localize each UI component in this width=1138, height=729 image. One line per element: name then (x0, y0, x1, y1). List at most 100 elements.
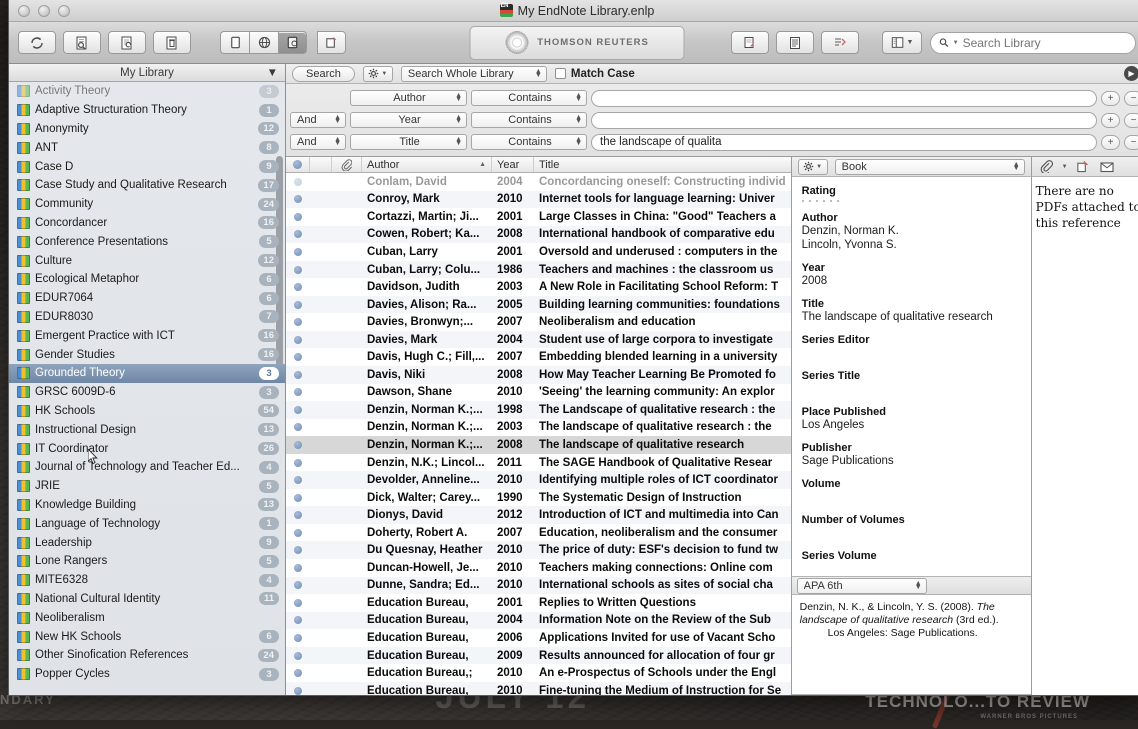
my-library-header[interactable]: My Library ▼ (9, 64, 285, 82)
read-status-cell[interactable] (286, 599, 310, 607)
reference-row[interactable]: Education Bureau,2001Replies to Written … (286, 594, 791, 612)
boolean-operator-select[interactable]: And▲▼ (290, 134, 346, 150)
read-status-cell[interactable] (286, 388, 310, 396)
read-status-cell[interactable] (286, 529, 310, 537)
search-input[interactable] (963, 36, 1127, 50)
reference-row[interactable]: Denzin, N.K.; Lincol...2011The SAGE Hand… (286, 454, 791, 472)
rating-stars[interactable] (802, 200, 1021, 202)
online-search-mode-button[interactable] (249, 31, 278, 54)
detail-field[interactable]: Place PublishedLos Angeles (802, 406, 1021, 432)
reference-fields[interactable]: RatingAuthorDenzin, Norman K.Lincoln, Yv… (792, 177, 1031, 576)
column-author[interactable]: Author ▲ (362, 157, 492, 172)
read-status-cell[interactable] (286, 178, 310, 186)
read-status-cell[interactable] (286, 266, 310, 274)
search-scope-select[interactable]: Search Whole Library ▲▼ (401, 66, 547, 82)
sync-button[interactable] (18, 31, 56, 54)
online-search-button[interactable] (63, 31, 101, 54)
reference-row[interactable]: Education Bureau,;2010An e-Prospectus of… (286, 664, 791, 682)
add-query-row-button[interactable]: + (1101, 135, 1120, 150)
detail-field[interactable]: PublisherSage Publications (802, 442, 1021, 468)
detail-options-button[interactable]: ▼ (798, 159, 828, 175)
sidebar-group-item[interactable]: Neoliberalism (9, 608, 285, 627)
email-attachment-button[interactable] (1098, 159, 1116, 175)
reference-row[interactable]: Du Quesnay, Heather2010The price of duty… (286, 541, 791, 559)
minimize-button[interactable] (38, 5, 50, 17)
reference-rows[interactable]: Conlam, David2004Concordancing oneself: … (286, 173, 791, 695)
reference-row[interactable]: Denzin, Norman K.;...2003The landscape o… (286, 419, 791, 437)
read-status-cell[interactable] (286, 353, 310, 361)
detail-field[interactable]: Number of Volumes (802, 514, 1021, 540)
sidebar-group-item[interactable]: Knowledge Building13 (9, 496, 285, 515)
close-button[interactable] (18, 5, 30, 17)
search-term-input[interactable] (591, 90, 1097, 107)
reference-row[interactable]: Davis, Hugh C.; Fill,...2007Embedding bl… (286, 348, 791, 366)
zoom-button[interactable] (58, 5, 70, 17)
read-status-cell[interactable] (286, 669, 310, 677)
read-status-cell[interactable] (286, 283, 310, 291)
read-status-cell[interactable] (286, 616, 310, 624)
sidebar-group-item[interactable]: National Cultural Identity11 (9, 590, 285, 609)
reference-type-select[interactable]: Book ▲▼ (835, 159, 1025, 175)
add-query-row-button[interactable]: + (1101, 113, 1120, 128)
detail-field[interactable]: Series Title (802, 370, 1021, 396)
sidebar-group-item[interactable]: Case Study and Qualitative Research17 (9, 176, 285, 195)
new-reference-button[interactable] (108, 31, 146, 54)
sidebar-group-item[interactable]: Lone Rangers5 (9, 552, 285, 571)
sidebar-group-item[interactable]: MITE63284 (9, 571, 285, 590)
read-status-cell[interactable] (286, 423, 310, 431)
remove-query-row-button[interactable]: − (1124, 135, 1138, 150)
read-status-cell[interactable] (286, 652, 310, 660)
layout-view-button[interactable]: ▼ (882, 31, 922, 54)
remove-query-row-button[interactable]: − (1124, 91, 1138, 106)
go-to-word-button[interactable] (821, 31, 859, 54)
read-status-cell[interactable] (286, 687, 310, 695)
sidebar-group-item[interactable]: Emergent Practice with ICT16 (9, 326, 285, 345)
detail-field[interactable]: Year2008 (802, 262, 1021, 288)
column-attachment[interactable] (332, 157, 362, 172)
sidebar-group-item[interactable]: EDUR80307 (9, 308, 285, 327)
reference-row[interactable]: Education Bureau,2010Fine-tuning the Med… (286, 682, 791, 695)
sidebar-group-item[interactable]: JRIE5 (9, 477, 285, 496)
reference-row[interactable]: Dunne, Sandra; Ed...2010International sc… (286, 577, 791, 595)
column-year[interactable]: Year (492, 157, 534, 172)
reference-row[interactable]: Davis, Niki2008How May Teacher Learning … (286, 366, 791, 384)
reference-row[interactable]: Denzin, Norman K.;...1998The Landscape o… (286, 401, 791, 419)
read-status-cell[interactable] (286, 564, 310, 572)
sidebar-group-item[interactable]: Language of Technology1 (9, 514, 285, 533)
run-search-button[interactable]: ▶ (1124, 66, 1138, 81)
read-status-cell[interactable] (286, 511, 310, 519)
local-library-mode-button[interactable] (220, 31, 249, 54)
group-list[interactable]: Activity Theory3Adaptive Structuration T… (9, 82, 285, 695)
sidebar-group-item[interactable]: Concordancer16 (9, 214, 285, 233)
reference-row[interactable]: Education Bureau,2009Results announced f… (286, 647, 791, 665)
sidebar-group-item[interactable]: Instructional Design13 (9, 420, 285, 439)
attach-file-button[interactable] (1038, 159, 1056, 175)
detail-field[interactable]: Volume (802, 478, 1021, 504)
integrated-library-mode-button[interactable] (278, 31, 307, 54)
read-status-cell[interactable] (286, 459, 310, 467)
search-options-button[interactable]: ▼ (363, 66, 393, 82)
read-status-cell[interactable] (286, 318, 310, 326)
detail-field[interactable]: Series Editor (802, 334, 1021, 360)
reference-row[interactable]: Davies, Alison; Ra...2005Building learni… (286, 296, 791, 314)
reference-row[interactable]: Devolder, Anneline...2010Identifying mul… (286, 471, 791, 489)
reference-row[interactable]: Cortazzi, Martin; Ji...2001Large Classes… (286, 208, 791, 226)
column-title[interactable]: Title (534, 157, 791, 172)
sidebar-group-item[interactable]: New HK Schools6 (9, 627, 285, 646)
reference-row[interactable]: Davies, Bronwyn;...2007Neoliberalism and… (286, 313, 791, 331)
read-status-cell[interactable] (286, 546, 310, 554)
search-button[interactable]: Search (292, 66, 355, 82)
sidebar-group-item[interactable]: Case D9 (9, 157, 285, 176)
output-style-select[interactable]: APA 6th ▲▼ (797, 578, 927, 594)
sidebar-group-item[interactable]: Adaptive Structuration Theory1 (9, 101, 285, 120)
search-field-select[interactable]: Author▲▼ (350, 90, 467, 106)
search-field-select[interactable]: Year▲▼ (350, 112, 467, 128)
search-term-input[interactable] (591, 112, 1097, 129)
read-status-cell[interactable] (286, 336, 310, 344)
search-operator-select[interactable]: Contains▲▼ (471, 90, 587, 106)
sidebar-group-item[interactable]: Leadership9 (9, 533, 285, 552)
reference-row[interactable]: Dick, Walter; Carey...1990The Systematic… (286, 489, 791, 507)
reference-row[interactable]: Denzin, Norman K.;...2008The landscape o… (286, 436, 791, 454)
boolean-operator-select[interactable]: And▲▼ (290, 112, 346, 128)
open-file-button[interactable] (1074, 159, 1092, 175)
